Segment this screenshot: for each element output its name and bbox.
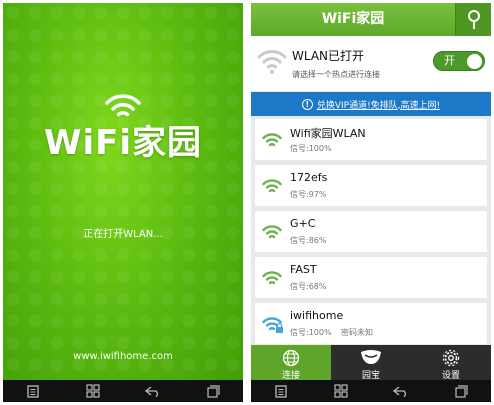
- map-button[interactable]: [455, 3, 491, 36]
- menu-icon[interactable]: [273, 384, 289, 398]
- wifi-signal-icon: [262, 225, 282, 239]
- background-pattern: [3, 3, 243, 402]
- tab-connect[interactable]: 连接: [251, 345, 331, 381]
- wlan-status-title: WLAN已打开: [292, 49, 365, 63]
- home-icon[interactable]: [333, 384, 349, 398]
- network-signal: 信号:100%: [290, 144, 332, 153]
- wlan-toggle[interactable]: 开: [433, 51, 485, 71]
- info-icon: !: [301, 98, 313, 110]
- network-signal: 信号:100%: [290, 328, 332, 337]
- splash-screen: WiFi家园 正在打开WLAN... www.iwifihome.com: [3, 3, 243, 402]
- recent-apps-icon[interactable]: [205, 384, 221, 398]
- system-nav-bar: [251, 380, 491, 402]
- network-signal: 信号:68%: [290, 282, 327, 291]
- bottom-tab-bar: 连接 园宝 设置: [251, 345, 491, 381]
- network-item[interactable]: iwifihome 信号:100% 密码未知: [255, 303, 487, 344]
- network-name: 172efs: [290, 171, 328, 184]
- network-signal: 信号:86%: [290, 236, 327, 245]
- toggle-knob: [467, 54, 482, 69]
- wifi-signal-icon: [262, 271, 282, 285]
- screenshot-root: WiFi家园 正在打开WLAN... www.iwifihome.com WiF…: [0, 0, 494, 405]
- toggle-label: 开: [444, 54, 455, 67]
- network-name: FAST: [290, 263, 317, 276]
- app-title: WiFi家园: [321, 11, 385, 27]
- menu-icon[interactable]: [25, 384, 41, 398]
- splash-url: www.iwifihome.com: [73, 351, 173, 362]
- home-icon[interactable]: [85, 384, 101, 398]
- vip-banner[interactable]: ! 兑换VIP通道!免排队,高速上网!: [251, 92, 491, 116]
- tab-settings[interactable]: 设置: [411, 345, 491, 381]
- network-item[interactable]: G+C 信号:86%: [255, 211, 487, 252]
- network-item[interactable]: Wifi家园WLAN 信号:100%: [255, 119, 487, 160]
- system-nav-bar: [3, 380, 243, 402]
- recent-apps-icon[interactable]: [453, 384, 469, 398]
- network-name: G+C: [290, 217, 316, 230]
- tab-treasure[interactable]: 园宝: [331, 345, 411, 381]
- network-signal: 信号:97%: [290, 190, 327, 199]
- wlan-status-subtitle: 请选择一个热点进行连接: [292, 70, 380, 79]
- network-item[interactable]: FAST 信号:68%: [255, 257, 487, 298]
- network-name: iwifihome: [290, 309, 344, 322]
- wifi-signal-icon: [262, 133, 282, 147]
- splash-status-text: 正在打开WLAN...: [83, 229, 163, 240]
- globe-icon: [282, 349, 300, 367]
- network-name: Wifi家园WLAN: [290, 127, 366, 140]
- smile-icon: [361, 350, 381, 364]
- back-icon[interactable]: [145, 384, 161, 398]
- network-list: Wifi家园WLAN 信号:100% 172efs 信号:97% G+C 信号:…: [251, 119, 491, 349]
- network-item[interactable]: 172efs 信号:97%: [255, 165, 487, 206]
- gear-icon: [442, 349, 460, 367]
- network-password-status: 密码未知: [341, 328, 373, 337]
- wlan-status-row: WLAN已打开 请选择一个热点进行连接 开: [251, 36, 491, 91]
- wifi-locked-signal-icon: [262, 317, 283, 333]
- vip-banner-text: 兑换VIP通道!免排队,高速上网!: [316, 100, 441, 111]
- wifi-icon: [257, 50, 287, 74]
- wifi-list-screen: WiFi家园 WLAN已打开 请选择一个热点进行连接 开 ! 兑换VIP通道!免…: [251, 3, 491, 402]
- back-icon[interactable]: [393, 384, 409, 398]
- app-header: WiFi家园: [251, 3, 491, 36]
- splash-logo-text: WiFi家园: [43, 123, 203, 163]
- location-pin-icon: [467, 9, 480, 29]
- wifi-signal-icon: [262, 179, 282, 193]
